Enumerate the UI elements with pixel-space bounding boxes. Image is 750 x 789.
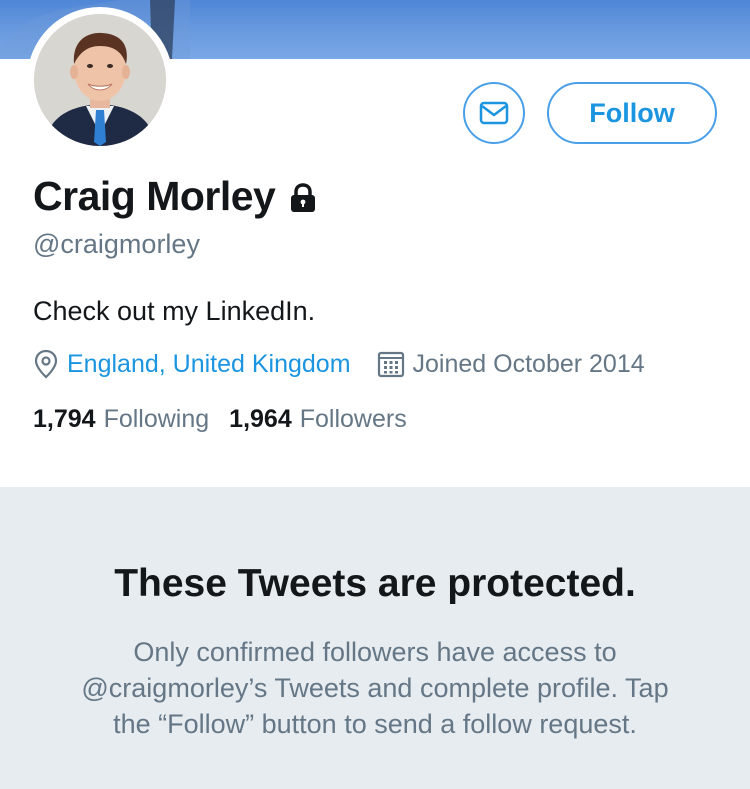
avatar-frame xyxy=(27,7,173,153)
joined-date: Joined October 2014 xyxy=(412,349,645,378)
follow-button[interactable]: Follow xyxy=(547,82,717,144)
joined-item: Joined October 2014 xyxy=(377,350,645,379)
plane-icon xyxy=(340,0,380,4)
profile-handle: @craigmorley xyxy=(33,229,200,259)
message-button[interactable] xyxy=(463,82,525,144)
location-link[interactable]: England, United Kingdom xyxy=(67,350,351,379)
followers-label: Followers xyxy=(299,405,407,433)
location-pin-icon xyxy=(34,349,58,379)
protected-title: These Tweets are protected. xyxy=(114,562,636,605)
calendar-icon xyxy=(377,351,404,378)
profile-name-row: Craig Morley xyxy=(33,173,318,220)
protected-description: Only confirmed followers have access to … xyxy=(81,637,669,739)
lock-icon xyxy=(291,182,316,212)
protected-notice: These Tweets are protected. Only confirm… xyxy=(0,487,750,789)
follow-stats: 1,794 Following 1,964 Followers xyxy=(33,405,407,434)
profile-meta: England, United Kingdom Joined October 2… xyxy=(33,349,645,379)
envelope-icon xyxy=(479,101,509,125)
avatar-photo xyxy=(34,14,166,146)
avatar[interactable] xyxy=(34,14,166,146)
following-stat[interactable]: 1,794 Following xyxy=(33,405,209,434)
following-count: 1,794 xyxy=(33,405,96,433)
profile-bio: Check out my LinkedIn. xyxy=(33,296,316,326)
following-label: Following xyxy=(103,405,210,433)
followers-stat[interactable]: 1,964 Followers xyxy=(229,405,407,434)
location-item[interactable]: England, United Kingdom xyxy=(33,349,351,379)
profile-name: Craig Morley xyxy=(33,173,276,219)
followers-count: 1,964 xyxy=(229,405,292,433)
